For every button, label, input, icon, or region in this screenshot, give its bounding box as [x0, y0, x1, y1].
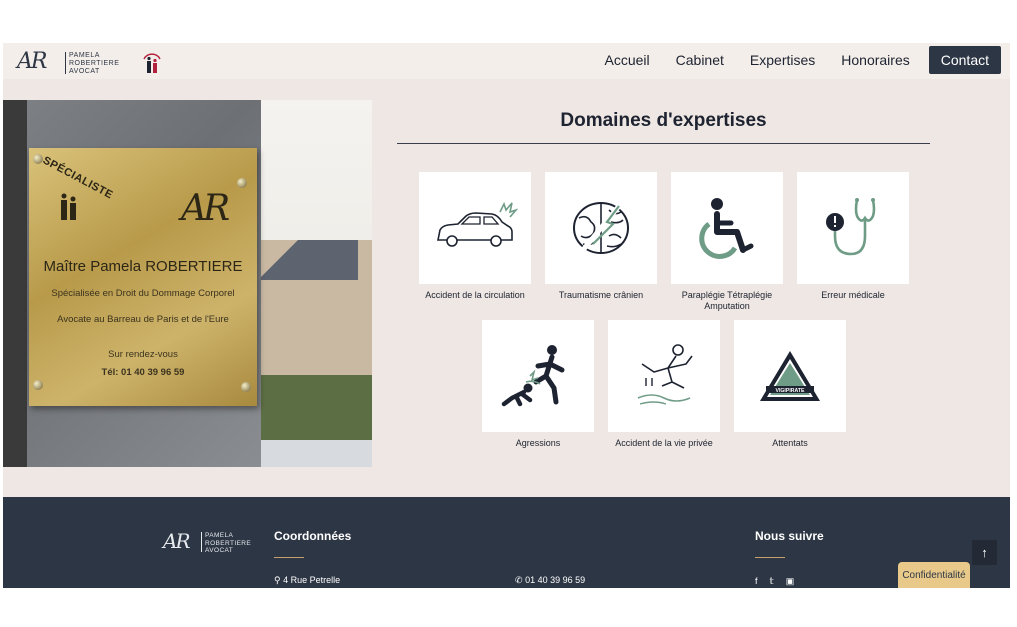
- logo-name-line: AVOCAT: [69, 68, 100, 75]
- social-links: f 𝕥 ▣: [755, 576, 794, 587]
- logo-name-line: PAMELA: [69, 52, 100, 59]
- nav-expertises[interactable]: Expertises: [750, 52, 815, 68]
- confidentiality-button[interactable]: Confidentialité: [898, 562, 970, 588]
- expertise-card-attentats[interactable]: VIGIPIRATE Attentats: [734, 320, 846, 449]
- screw-icon: [237, 178, 247, 188]
- footer-address-text: 4 Rue Petrelle: [283, 575, 341, 585]
- logo-separator: [65, 52, 66, 74]
- expertise-label: Accident de la vie privée: [615, 438, 713, 448]
- plaque-monogram: AR: [181, 188, 230, 229]
- title-divider: [397, 143, 930, 144]
- nav-accueil[interactable]: Accueil: [605, 52, 650, 68]
- fall-icon: [637, 344, 693, 405]
- screw-icon: [241, 382, 251, 392]
- site-header: AR PAMELA ROBERTIERE AVOCAT Accueil Cabi…: [3, 43, 1010, 79]
- plaque-name: Maître Pamela ROBERTIERE: [43, 258, 243, 275]
- main-nav: Accueil Cabinet Expertises Honoraires Co…: [579, 46, 1001, 74]
- page-frame: AR PAMELA ROBERTIERE AVOCAT Accueil Cabi…: [3, 43, 1010, 588]
- footer-logo[interactable]: AR PAMELA ROBERTIERE AVOCAT: [163, 529, 253, 555]
- vigipirate-text: VIGIPIRATE: [775, 388, 805, 394]
- assault-icon: [501, 345, 565, 407]
- facebook-icon[interactable]: f: [755, 576, 758, 587]
- footer-follow-heading: Nous suivre: [755, 529, 824, 543]
- twitter-icon[interactable]: 𝕥: [770, 576, 774, 587]
- footer-heading-underline: [274, 557, 304, 558]
- footer-logo-monogram: AR: [163, 529, 190, 553]
- expertise-card-erreur-medicale[interactable]: Erreur médicale: [797, 172, 909, 301]
- wheelchair-icon: [699, 198, 754, 259]
- phone-icon: ✆: [515, 575, 523, 585]
- site-logo[interactable]: AR PAMELA ROBERTIERE AVOCAT: [17, 49, 177, 77]
- map-pin-icon: ⚲: [274, 575, 281, 585]
- screw-icon: [33, 380, 43, 390]
- expertise-label: Erreur médicale: [821, 290, 885, 300]
- footer-heading-underline: [755, 557, 785, 558]
- nav-cabinet[interactable]: Cabinet: [676, 52, 724, 68]
- expertise-label: Accident de la circulation: [425, 290, 525, 300]
- plaque-photo: SPÉCIALISTE AR Maître Pamela ROBERTIERE …: [3, 100, 372, 467]
- expertises-section: Domaines d'expertises Accident de la cir…: [397, 100, 930, 480]
- expertise-card-accident-circulation[interactable]: Accident de la circulation: [419, 172, 531, 301]
- logo-monogram: AR: [17, 49, 47, 74]
- logo-name-line: ROBERTIERE: [69, 60, 120, 67]
- expertise-label: Attentats: [772, 438, 808, 448]
- plaque-line: Sur rendez-vous: [108, 349, 178, 360]
- expertise-label: Paraplégie Tétraplégie Amputation: [681, 290, 773, 311]
- stethoscope-icon: [826, 198, 876, 256]
- plaque-line: Spécialisée en Droit du Dommage Corporel: [51, 288, 235, 299]
- expertise-card-paraplegie[interactable]: Paraplégie Tétraplégie Amputation: [671, 172, 783, 312]
- car-crash-icon: [437, 201, 518, 247]
- expertise-label: Traumatisme crânien: [558, 290, 644, 300]
- linkedin-icon[interactable]: ▣: [786, 576, 795, 587]
- site-footer: AR PAMELA ROBERTIERE AVOCAT Coordonnées …: [3, 497, 1010, 588]
- expertise-card-vie-privee[interactable]: Accident de la vie privée: [608, 320, 720, 449]
- expertise-label: Agressions: [515, 438, 561, 448]
- expertise-card-agressions[interactable]: Agressions: [482, 320, 594, 449]
- plaque-line: Avocate au Barreau de Paris et de l'Eure: [57, 314, 229, 325]
- plaque-tel: Tél: 01 40 39 96 59: [101, 367, 185, 378]
- footer-phone-text: 01 40 39 96 59: [525, 575, 586, 585]
- expertise-card-traumatisme[interactable]: Traumatisme crânien: [545, 172, 657, 301]
- footer-address: ⚲ 4 Rue Petrelle: [274, 575, 340, 586]
- section-title: Domaines d'expertises: [560, 110, 767, 131]
- plaque-badge-icon: [61, 193, 76, 220]
- nav-contact-button[interactable]: Contact: [928, 46, 1001, 74]
- footer-phone[interactable]: ✆ 01 40 39 96 59: [515, 575, 585, 586]
- footer-coord-heading: Coordonnées: [274, 529, 352, 543]
- brass-plaque: SPÉCIALISTE AR Maître Pamela ROBERTIERE …: [29, 148, 257, 406]
- logo-name: PAMELA ROBERTIERE AVOCAT: [69, 52, 119, 76]
- specialiste-badge-icon: [143, 53, 161, 73]
- footer-logo-name: PAMELA ROBERTIERE AVOCAT: [205, 532, 252, 554]
- nav-honoraires[interactable]: Honoraires: [841, 52, 909, 68]
- brain-icon: [573, 202, 629, 254]
- vigipirate-icon: VIGIPIRATE: [760, 351, 820, 401]
- back-to-top-button[interactable]: ↑: [972, 540, 997, 565]
